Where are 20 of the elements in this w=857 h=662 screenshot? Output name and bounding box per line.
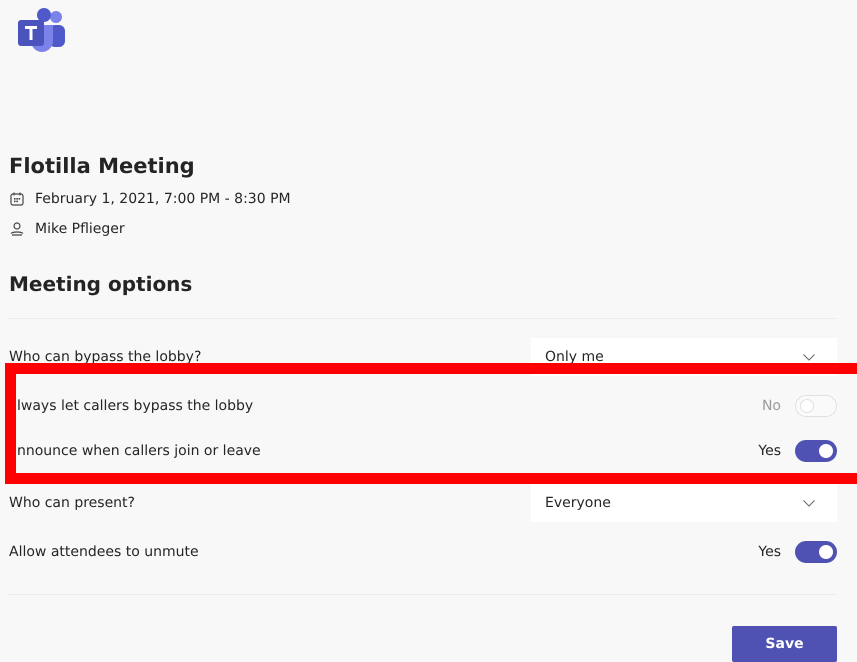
option-label: Who can bypass the lobby?: [9, 349, 202, 365]
save-button[interactable]: Save: [732, 626, 837, 662]
option-label: lways let callers bypass the lobby: [17, 398, 254, 414]
person-icon: [10, 222, 24, 236]
meeting-date: February 1, 2021, 7:00 PM - 8:30 PM: [35, 190, 291, 206]
calendar-icon: [10, 192, 24, 206]
organizer-name: Mike Pflieger: [35, 220, 125, 236]
option-label: nnounce when callers join or leave: [17, 442, 261, 458]
dropdown[interactable]: Everyone: [531, 484, 837, 522]
option-label: Who can present?: [9, 495, 135, 511]
chevron-down-icon: [803, 354, 815, 360]
toggle-state-text: No: [762, 398, 781, 414]
toggle-switch[interactable]: [795, 440, 837, 462]
meeting-title: Flotilla Meeting: [9, 153, 196, 180]
section-title: Meeting options: [9, 271, 194, 298]
toggle-switch[interactable]: [795, 541, 837, 563]
toggle-state-text: Yes: [758, 442, 781, 458]
toggle-state-text: Yes: [758, 544, 781, 560]
chevron-down-icon: [803, 500, 815, 506]
option-label: Allow attendees to unmute: [9, 544, 199, 560]
